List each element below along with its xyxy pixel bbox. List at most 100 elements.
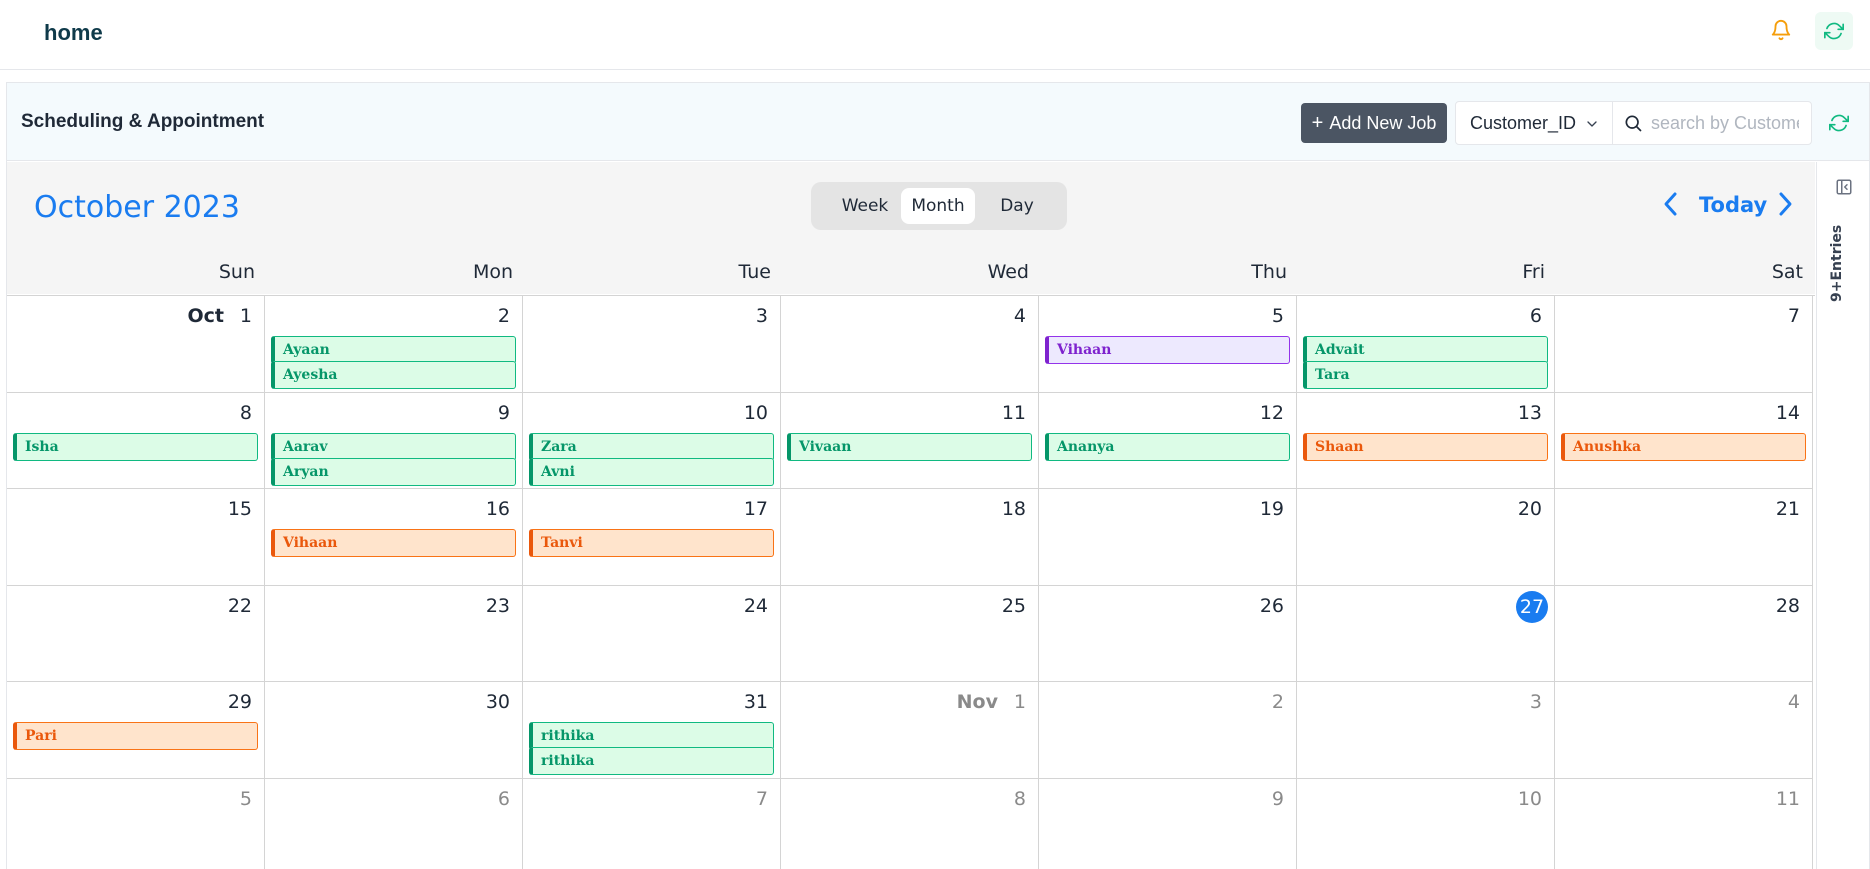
event-chip[interactable]: Tanvi bbox=[529, 529, 774, 557]
day-number: 2 bbox=[1271, 691, 1284, 713]
calendar-day-cell[interactable]: 7 bbox=[523, 778, 781, 869]
calendar-day-cell[interactable]: 26 bbox=[1039, 585, 1297, 682]
today-button[interactable]: Today bbox=[1699, 193, 1767, 217]
event-chip[interactable]: Advait bbox=[1303, 336, 1548, 364]
event-chip[interactable]: Aryan bbox=[271, 457, 516, 486]
filter-select-value: Customer_ID bbox=[1470, 112, 1577, 133]
event-chip[interactable]: Ayesha bbox=[271, 361, 516, 389]
calendar-day-cell[interactable]: 8 Isha bbox=[7, 392, 265, 489]
view-month-button[interactable]: Month bbox=[901, 188, 975, 224]
event-chip[interactable]: Vihaan bbox=[271, 529, 516, 557]
event-chip[interactable]: rithika bbox=[529, 722, 774, 750]
day-number: 2 bbox=[497, 305, 510, 327]
calendar-day-cell[interactable]: 23 bbox=[265, 585, 523, 682]
entries-count-label[interactable]: 9+Entries bbox=[1829, 222, 1847, 302]
calendar-day-cell[interactable]: 18 bbox=[781, 489, 1039, 586]
event-chip[interactable]: Ayaan bbox=[271, 336, 516, 364]
calendar-day-cell[interactable]: 9 Aarav Aryan bbox=[265, 392, 523, 489]
day-number: 23 bbox=[485, 594, 510, 617]
day-number: 20 bbox=[1517, 498, 1542, 520]
calendar-day-cell[interactable]: 10 Zara Avni bbox=[523, 392, 781, 489]
day-number: 25 bbox=[1001, 594, 1026, 617]
calendar-day-cell[interactable]: 24 bbox=[523, 585, 781, 682]
view-day-button[interactable]: Day bbox=[977, 188, 1057, 224]
calendar-day-cell[interactable]: 12 Ananya bbox=[1039, 392, 1297, 489]
calendar-day-cell[interactable]: 6 Advait Tara bbox=[1297, 296, 1555, 393]
day-number: 6 bbox=[497, 787, 510, 810]
calendar-day-cell[interactable]: 6 bbox=[265, 778, 523, 869]
calendar-day-cell[interactable]: 8 bbox=[781, 778, 1039, 869]
calendar-day-cell[interactable]: 21 bbox=[1555, 489, 1813, 586]
calendar-day-cell[interactable]: 29 Pari bbox=[7, 682, 265, 779]
event-chip[interactable]: Isha bbox=[13, 432, 258, 461]
previous-month-button[interactable] bbox=[1659, 188, 1683, 220]
filter-select[interactable]: Customer_ID bbox=[1455, 101, 1613, 145]
day-number: 1 bbox=[1013, 691, 1026, 713]
event-chip[interactable]: Avni bbox=[529, 457, 774, 486]
card-refresh-button[interactable] bbox=[1821, 105, 1857, 141]
calendar-day-cell[interactable]: 3 bbox=[1297, 682, 1555, 779]
add-new-job-button[interactable]: + Add New Job bbox=[1301, 103, 1447, 143]
calendar-day-cell[interactable]: 16 Vihaan bbox=[265, 489, 523, 586]
calendar-day-cell[interactable]: 9 bbox=[1039, 778, 1297, 869]
calendar-day-cell[interactable]: 25 bbox=[781, 585, 1039, 682]
day-number: 17 bbox=[743, 498, 768, 520]
page-title: home bbox=[44, 20, 103, 45]
day-number: 4 bbox=[1013, 305, 1026, 327]
refresh-icon bbox=[1824, 22, 1844, 40]
calendar-day-cell[interactable]: 28 bbox=[1555, 585, 1813, 682]
event-chip[interactable]: Anushka bbox=[1561, 432, 1806, 461]
next-month-button[interactable] bbox=[1773, 188, 1797, 220]
calendar-day-cell[interactable]: 5 bbox=[7, 778, 265, 869]
month-label: Oct bbox=[187, 305, 225, 327]
calendar-day-cell[interactable]: 11 bbox=[1555, 778, 1813, 869]
calendar-day-cell[interactable]: 1 Oct bbox=[7, 296, 265, 393]
event-chip[interactable]: Zara bbox=[529, 432, 774, 461]
calendar-day-cell[interactable]: 30 bbox=[265, 682, 523, 779]
day-number: 3 bbox=[755, 305, 768, 327]
day-number: 8 bbox=[239, 401, 252, 424]
event-chip[interactable]: Aarav bbox=[271, 432, 516, 461]
calendar-day-cell[interactable]: 7 bbox=[1555, 296, 1813, 393]
event-chip[interactable]: Vihaan bbox=[1045, 336, 1290, 364]
calendar-day-cell[interactable]: 14 Anushka bbox=[1555, 392, 1813, 489]
view-week-button[interactable]: Week bbox=[825, 188, 905, 224]
search-box[interactable] bbox=[1612, 101, 1812, 145]
calendar-day-cell[interactable]: 22 bbox=[7, 585, 265, 682]
calendar-day-cell[interactable]: 11 Vivaan bbox=[781, 392, 1039, 489]
month-grid: 1 Oct 2 Ayaan Ayesha 3 4 5 Vihaan 6 Advait Tara 7 8 Is… bbox=[7, 295, 1815, 869]
event-chip[interactable]: Ananya bbox=[1045, 432, 1290, 461]
event-chip[interactable]: Tara bbox=[1303, 361, 1548, 389]
calendar-day-cell[interactable]: 2 Ayaan Ayesha bbox=[265, 296, 523, 393]
calendar-day-cell[interactable]: 27 bbox=[1297, 585, 1555, 682]
side-panel: 9+Entries bbox=[1816, 162, 1869, 869]
calendar-day-cell[interactable]: 5 Vihaan bbox=[1039, 296, 1297, 393]
calendar-day-cell[interactable]: 15 bbox=[7, 489, 265, 586]
event-chip[interactable]: Shaan bbox=[1303, 432, 1548, 461]
search-input[interactable] bbox=[1651, 112, 1799, 134]
calendar-day-cell[interactable]: 31 rithika rithika bbox=[523, 682, 781, 779]
refresh-button[interactable] bbox=[1815, 12, 1853, 50]
event-chip[interactable]: rithika bbox=[529, 747, 774, 775]
calendar-day-cell[interactable]: 20 bbox=[1297, 489, 1555, 586]
day-number: 7 bbox=[755, 787, 768, 810]
bell-icon[interactable] bbox=[1768, 17, 1794, 43]
calendar-day-cell[interactable]: 3 bbox=[523, 296, 781, 393]
event-chip[interactable]: Vivaan bbox=[787, 432, 1032, 461]
calendar-day-cell[interactable]: 19 bbox=[1039, 489, 1297, 586]
calendar-day-cell[interactable]: 10 bbox=[1297, 778, 1555, 869]
calendar-day-cell[interactable]: 4 bbox=[1555, 682, 1813, 779]
panel-collapse-icon[interactable] bbox=[1835, 178, 1853, 196]
day-number: 21 bbox=[1775, 498, 1800, 520]
calendar-day-cell[interactable]: 2 bbox=[1039, 682, 1297, 779]
top-bar: home bbox=[0, 0, 1870, 70]
weekday-header: Sat bbox=[1771, 261, 1803, 283]
calendar-day-cell[interactable]: 13 Shaan bbox=[1297, 392, 1555, 489]
calendar-day-cell[interactable]: 4 bbox=[781, 296, 1039, 393]
event-chip[interactable]: Pari bbox=[13, 722, 258, 750]
day-number: 1 bbox=[239, 305, 252, 327]
weekday-header: Wed bbox=[987, 261, 1029, 283]
chevron-down-icon bbox=[1587, 121, 1597, 127]
calendar-day-cell[interactable]: 1 Nov bbox=[781, 682, 1039, 779]
calendar-day-cell[interactable]: 17 Tanvi bbox=[523, 489, 781, 586]
